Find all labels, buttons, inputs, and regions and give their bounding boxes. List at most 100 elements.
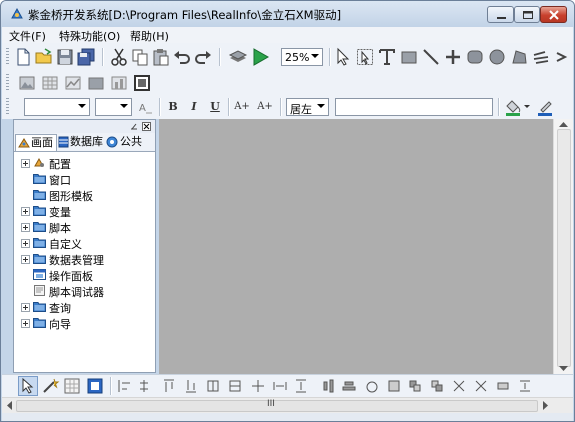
pin-icon[interactable] [129,122,139,131]
expand-icon[interactable] [21,223,30,232]
horizontal-scrollbar[interactable]: III [2,397,573,414]
tree-item-variables[interactable]: 变量 [14,203,155,219]
undo-button[interactable] [172,47,192,67]
open-button[interactable] [34,47,54,67]
tree-item-debugger[interactable]: 脚本调试器 [14,283,155,299]
select-tool[interactable] [333,47,353,67]
polyline-tool[interactable] [531,47,551,67]
align-select[interactable]: 居左 [286,98,329,116]
new-button[interactable] [13,47,33,67]
redo-button[interactable] [193,47,213,67]
frame-icon [134,75,150,91]
expand-icon[interactable] [21,319,30,328]
new-file-icon [17,48,30,66]
toolbar-grip[interactable] [6,48,9,66]
maximize-button[interactable] [514,6,540,23]
toolbar-separator [102,48,104,66]
toolbar-grip[interactable] [6,74,9,92]
line-tool[interactable] [421,47,441,67]
button-tool[interactable] [86,73,106,93]
scroll-right-icon[interactable] [543,401,549,410]
tab-public[interactable]: 公共 [105,134,153,150]
alignment-tools[interactable] [116,377,556,395]
title-bar[interactable]: 紫金桥开发系统[D:\Program Files\RealInfo\金立石XM驱… [1,1,574,27]
config-icon [34,157,44,167]
save-button[interactable] [55,47,75,67]
line-color-button[interactable] [535,97,555,117]
frame-tool[interactable] [132,73,152,93]
tree-item-custom[interactable]: 自定义 [14,235,155,251]
tab-label: 数据库 [70,135,103,148]
table-tool[interactable] [40,73,60,93]
menu-help[interactable]: 帮助(H) [130,28,169,44]
expand-icon[interactable] [21,255,30,264]
tree-item-window[interactable]: 窗口 [14,171,155,187]
fill-color-button[interactable] [503,97,523,117]
increase-font-button[interactable]: A+ [233,98,251,116]
select-mode-button[interactable] [18,376,38,396]
bold-button[interactable]: B [164,98,182,116]
expand-icon[interactable] [21,303,30,312]
toolbar-grip[interactable] [6,98,9,116]
select-region-tool[interactable] [355,47,375,67]
tree-item-scripts[interactable]: 脚本 [14,219,155,235]
run-button[interactable] [250,47,270,67]
tree-item-template[interactable]: 图形模板 [14,187,155,203]
compile-button[interactable] [228,47,248,67]
zoom-select[interactable]: 25% [281,48,323,66]
image-tool[interactable] [17,73,37,93]
font-size-select[interactable] [95,98,132,116]
text-tool[interactable] [377,47,397,67]
cross-tool[interactable] [443,47,463,67]
tree-item-datatable[interactable]: 数据表管理 [14,251,155,267]
fill-color-dropdown[interactable] [522,97,532,117]
tree-item-config[interactable]: 配置 [14,155,155,171]
menu-file[interactable]: 文件(F) [9,28,46,44]
tree-item-query[interactable]: 查询 [14,299,155,315]
copy-button[interactable] [130,47,150,67]
minimize-button[interactable] [487,6,514,23]
vertical-scroll-thumb[interactable] [557,129,571,367]
tab-database[interactable]: 数据库 [57,134,104,150]
tree-item-wizard[interactable]: 向导 [14,315,155,331]
scroll-left-icon[interactable] [6,401,12,410]
font-style-button[interactable]: A [136,97,156,117]
horizontal-scroll-thumb[interactable]: III [16,399,538,412]
more-tools-button[interactable] [553,47,573,67]
polygon-tool[interactable] [509,47,529,67]
paste-icon [153,49,169,66]
scroll-up-icon[interactable] [559,121,568,127]
expand-icon[interactable] [21,159,30,168]
bar-tool[interactable] [109,73,129,93]
vertical-scrollbar[interactable] [553,119,573,374]
close-button[interactable] [540,6,567,23]
rounded-rect-tool[interactable] [465,47,485,67]
tree-label: 窗口 [49,174,71,187]
close-icon[interactable] [142,122,151,131]
property-button[interactable] [40,376,60,396]
expand-icon[interactable] [21,239,30,248]
tree-label: 数据表管理 [49,254,104,267]
italic-button[interactable]: I [185,98,203,116]
scroll-down-icon[interactable] [559,366,568,372]
trend-tool[interactable] [63,73,83,93]
tree-label: 图形模板 [49,190,93,203]
design-canvas[interactable] [159,119,553,374]
panel-header [14,120,155,134]
tab-screen[interactable]: 画面 [15,134,57,151]
window-list-button[interactable] [85,376,105,396]
decrease-font-button[interactable]: A+ [256,98,274,116]
toolbar-separator [280,98,282,116]
text-value-input[interactable] [335,98,493,116]
menu-special[interactable]: 特殊功能(O) [59,28,120,44]
font-name-select[interactable] [24,98,90,116]
rectangle-tool[interactable] [399,47,419,67]
tree-item-operation-panel[interactable]: 操作面板 [14,267,155,283]
paste-button[interactable] [151,47,171,67]
underline-button[interactable]: U [206,98,224,116]
cut-button[interactable] [109,47,129,67]
expand-icon[interactable] [21,207,30,216]
ellipse-tool[interactable] [487,47,507,67]
save-all-button[interactable] [76,47,96,67]
grid-button[interactable] [62,376,82,396]
